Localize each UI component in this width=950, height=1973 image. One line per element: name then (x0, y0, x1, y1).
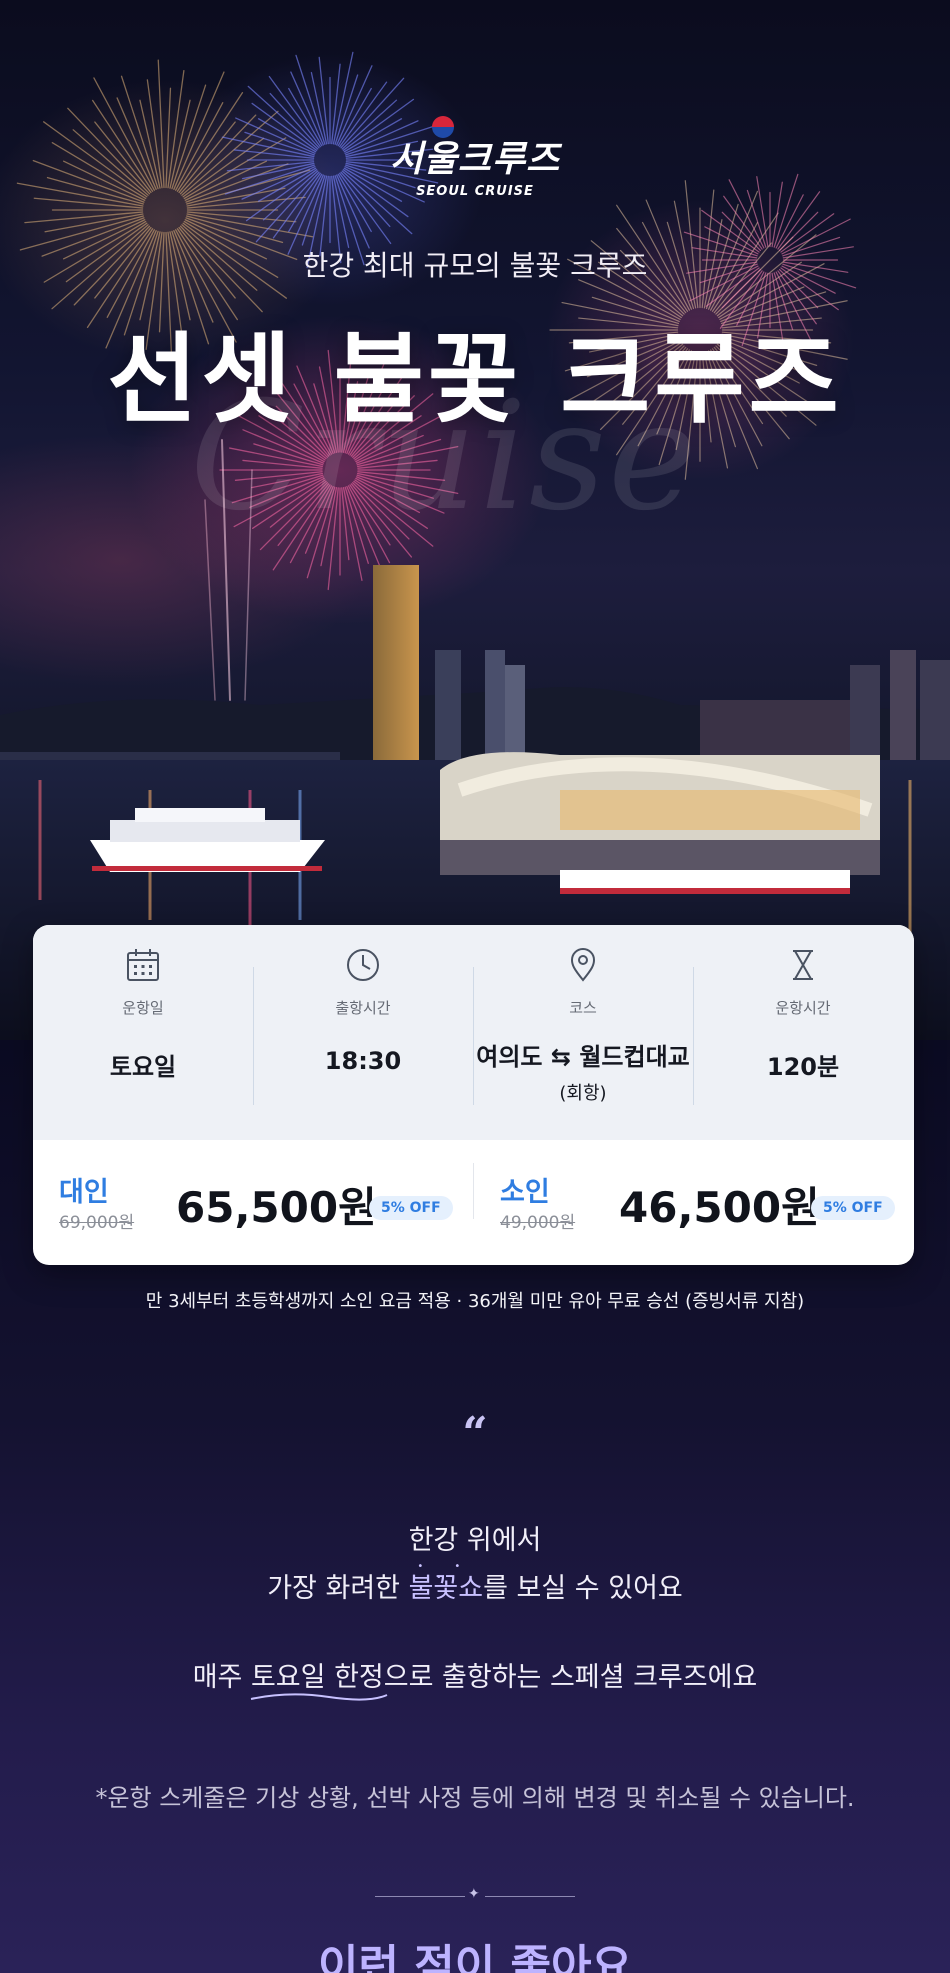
firework-spark (777, 191, 821, 250)
divider-line-right (485, 1896, 575, 1897)
price-original: 49,000원 (500, 1213, 576, 1233)
story-line-2: 가장 화려한 • • • 불꽃쇼를 보실 수 있어요 (0, 1561, 950, 1605)
section-title: 이런 점이 좋아요 (318, 1941, 632, 1973)
info-subvalue: (회항) (559, 1083, 607, 1104)
story-line-2-start: 가장 화려한 (267, 1573, 409, 1604)
info-course: 코스 여의도 ⇆ 월드컵대교 (회항) (473, 925, 693, 1140)
price-current: 65,500원 (176, 1183, 377, 1232)
clock-icon (347, 949, 379, 981)
story-highlight: • • • 불꽃쇼 (409, 1561, 484, 1604)
quote-mark-icon: “ (462, 1408, 488, 1459)
fare-notice: 만 3세부터 초등학생까지 소인 요금 적용 · 36개월 미만 유아 무료 승… (145, 1291, 805, 1312)
discount-badge: 5% OFF (811, 1196, 895, 1220)
price-category: 소인 (500, 1177, 550, 1208)
hourglass-icon (793, 950, 813, 980)
discount-badge: 5% OFF (369, 1196, 453, 1220)
brand-logo: 서울크루즈 SEOUL CRUISE (0, 112, 950, 199)
story-line-3-end: 으로 출항하는 스페셜 크루즈에요 (383, 1662, 758, 1693)
sparkle-icon: ✦ (468, 1886, 480, 1902)
info-label: 출항시간 (335, 999, 391, 1017)
ornament-divider: ✦ (375, 1886, 575, 1902)
info-label: 운항시간 (775, 999, 831, 1017)
story-line-1: 한강 위에서 (408, 1525, 542, 1556)
info-value: 120분 (766, 1053, 840, 1081)
brand-name: 서울크루즈 (389, 139, 561, 180)
info-value: 여의도 ⇆ 월드컵대교 (476, 1043, 690, 1071)
info-duration: 운항시간 120분 (693, 925, 913, 1140)
underline-swash-icon (250, 1693, 388, 1701)
price-category: 대인 (59, 1177, 109, 1208)
cruise-info-card: 운항일 토요일 출항시간 18:30 코스 여의도 ⇆ 월드컵대교 (회항) 운… (33, 925, 914, 1265)
taegeuk-dot-icon (432, 116, 454, 138)
schedule-disclaimer: *운항 스케줄은 기상 상황, 선박 사정 등에 의해 변경 및 취소될 수 있… (95, 1784, 855, 1812)
info-departure-time: 출항시간 18:30 (253, 925, 473, 1140)
price-current: 46,500원 (619, 1183, 820, 1232)
emphasis-dots: • • • (417, 1561, 475, 1583)
info-sail-day: 운항일 토요일 (33, 925, 253, 1140)
story-line-2-end: 를 보실 수 있어요 (483, 1573, 683, 1604)
story-line-3: 매주 토요일 한정 으로 출항하는 스페셜 크루즈에요 (0, 1655, 950, 1701)
schedule-panel: 운항일 토요일 출항시간 18:30 코스 여의도 ⇆ 월드컵대교 (회항) 운… (33, 925, 914, 1140)
calendar-icon (127, 949, 159, 981)
firework-spark (723, 195, 763, 250)
story-line-3-start: 매주 (192, 1662, 251, 1693)
divider-line-left (375, 1896, 465, 1897)
hero-headline: 선셋 불꽃 크루즈 (107, 323, 843, 437)
location-pin-icon (570, 948, 596, 982)
story-underline: 토요일 한정 (250, 1662, 388, 1701)
brand-subtitle: SEOUL CRUISE (416, 184, 534, 199)
info-label: 코스 (569, 999, 597, 1017)
info-label: 운항일 (122, 999, 164, 1017)
price-adult: 대인 69,000원 65,500원 5% OFF (33, 1140, 473, 1265)
info-value: 18:30 (324, 1047, 402, 1075)
hero-banner: 서울크루즈 SEOUL CRUISE 한강 최대 규모의 불꽃 크루즈 Crui… (0, 0, 950, 1040)
price-original: 69,000원 (59, 1213, 135, 1233)
price-child: 소인 49,000원 46,500원 5% OFF (474, 1140, 914, 1265)
info-value: 토요일 (109, 1053, 177, 1081)
hero-kicker: 한강 최대 규모의 불꽃 크루즈 (302, 249, 648, 282)
